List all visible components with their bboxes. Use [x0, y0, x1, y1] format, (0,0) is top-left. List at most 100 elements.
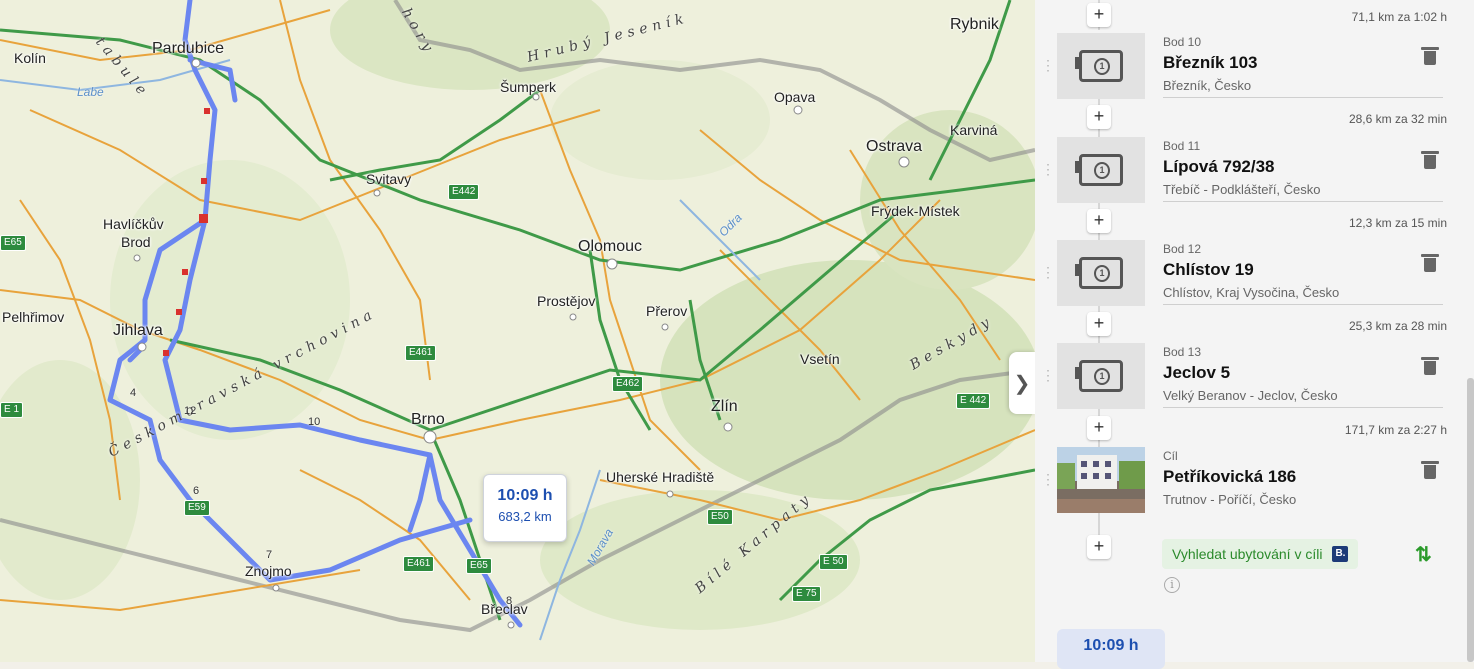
- city-label: Uherské Hradiště: [606, 469, 715, 485]
- city-label: Svitavy: [366, 171, 412, 187]
- route-stop[interactable]: ⋮⋮ 1 Bod 11 Lípová 792/38 Třebíč - Podkl…: [1041, 137, 1447, 203]
- stop-address: Trutnov - Poříčí, Česko: [1163, 492, 1297, 507]
- coin-icon: 1: [1075, 154, 1123, 186]
- trash-icon[interactable]: [1421, 254, 1439, 272]
- stop-name[interactable]: Jeclov 5: [1163, 363, 1230, 383]
- road-shield: E65: [0, 235, 26, 251]
- city-label: Pardubice: [152, 40, 225, 57]
- city-label: Ostrava: [866, 138, 923, 155]
- city-label: Frýdek-Místek: [871, 203, 960, 219]
- coin-icon: 1: [1075, 50, 1123, 82]
- stop-label: Cíl: [1163, 449, 1178, 463]
- road-shield: E461: [403, 556, 435, 572]
- total-time-badge: 10:09 h: [1057, 629, 1165, 669]
- segment-distance: 71,1 km za 1:02 h: [1351, 10, 1447, 24]
- route-time: 10:09 h: [497, 487, 553, 504]
- stop-name[interactable]: Březník 103: [1163, 53, 1258, 73]
- add-waypoint-button[interactable]: +: [1087, 312, 1111, 336]
- road-shield: E 50: [819, 554, 848, 570]
- stop-address: Velký Beranov - Jeclov, Česko: [1163, 388, 1338, 403]
- city-label: Kolín: [14, 50, 46, 66]
- stop-label: Bod 10: [1163, 35, 1202, 49]
- route-stop[interactable]: ⋮⋮ 1 Bod 13 Jeclov 5 Velký Beranov - Jec…: [1041, 343, 1447, 409]
- road-shield: E 442: [956, 393, 991, 409]
- add-waypoint-button[interactable]: +: [1087, 3, 1111, 27]
- stop-thumbnail: 1: [1057, 343, 1145, 409]
- stop-name[interactable]: Chlístov 19: [1163, 260, 1254, 280]
- stop-thumbnail: 1: [1057, 137, 1145, 203]
- coin-icon: 1: [1075, 257, 1123, 289]
- scrollbar[interactable]: [1467, 378, 1474, 662]
- city-label: Břeclav: [481, 601, 528, 617]
- route-stop[interactable]: ⋮⋮ 1 Bod 10 Březník 103 Březník, Česko: [1041, 33, 1447, 99]
- add-waypoint-button[interactable]: +: [1087, 416, 1111, 440]
- city-label: Havlíčkův: [103, 216, 164, 232]
- stop-name[interactable]: Lípová 792/38: [1163, 157, 1275, 177]
- collapse-panel-button[interactable]: ❯: [1009, 352, 1035, 414]
- divider: [1163, 304, 1443, 305]
- find-accommodation-button[interactable]: Vyhledat ubytování v cíli B.: [1162, 539, 1359, 569]
- city-label: Olomouc: [578, 238, 643, 255]
- route-stop-destination[interactable]: ⋮⋮ Cíl Petříkovická 186 Trutnov - Poříčí…: [1041, 447, 1447, 513]
- city-label: Jihlava: [113, 322, 163, 339]
- road-shield: E442: [448, 184, 480, 200]
- stop-label: Bod 12: [1163, 242, 1202, 256]
- waypoint-number: 4: [130, 387, 137, 399]
- city-label: Šumperk: [500, 79, 557, 95]
- road-shield: E50: [707, 509, 733, 525]
- waypoint-number: 7: [266, 549, 273, 561]
- stop-thumbnail: 1: [1057, 240, 1145, 306]
- segment-distance: 28,6 km za 32 min: [1348, 112, 1447, 126]
- stop-address: Březník, Česko: [1163, 78, 1252, 93]
- coin-icon: 1: [1075, 360, 1123, 392]
- trash-icon[interactable]: [1421, 461, 1439, 479]
- road-shield: E 75: [792, 586, 821, 602]
- road-shield: E461: [405, 345, 437, 361]
- road-shield: E462: [612, 376, 644, 392]
- trash-icon[interactable]: [1421, 151, 1439, 169]
- add-waypoint-button[interactable]: +: [1087, 209, 1111, 233]
- river-label: Labe: [77, 85, 104, 99]
- city-label: Znojmo: [245, 563, 292, 579]
- add-waypoint-button[interactable]: +: [1087, 105, 1111, 129]
- city-label: Karviná: [950, 122, 998, 138]
- route-summary-bubble[interactable]: 10:09 h 683,2 km: [483, 474, 567, 542]
- waypoint-number: 12: [184, 405, 197, 417]
- accommodation-label: Vyhledat ubytování v cíli: [1172, 546, 1323, 562]
- trash-icon[interactable]: [1421, 47, 1439, 65]
- city-label: Prostějov: [537, 293, 596, 309]
- road-shield: E59: [184, 500, 210, 516]
- stop-label: Bod 11: [1163, 139, 1201, 153]
- segment-distance: 25,3 km za 28 min: [1348, 319, 1447, 333]
- city-label: Pelhřimov: [2, 309, 65, 325]
- info-icon[interactable]: i: [1164, 577, 1180, 593]
- city-label: Rybnik: [950, 16, 999, 33]
- booking-icon: B.: [1332, 546, 1349, 562]
- divider: [1163, 407, 1443, 408]
- road-shield: E65: [466, 558, 492, 574]
- road-shield: E 1: [0, 402, 24, 418]
- divider: [1163, 97, 1443, 98]
- stop-thumbnail: 1: [1057, 33, 1145, 99]
- stop-address: Třebíč - Podklášteří, Česko: [1163, 182, 1321, 197]
- route-stop[interactable]: ⋮⋮ 1 Bod 12 Chlístov 19 Chlístov, Kraj V…: [1041, 240, 1447, 306]
- swap-order-icon[interactable]: ⇅: [1415, 542, 1432, 567]
- map[interactable]: Kolín Pardubice Rybnik Šumperk Opava Kar…: [0, 0, 1035, 662]
- segment-distance: 171,7 km za 2:27 h: [1344, 423, 1447, 437]
- waypoint-number: 6: [193, 485, 200, 497]
- city-label: Přerov: [646, 303, 688, 319]
- city-label: Vsetín: [800, 351, 840, 367]
- city-label: Zlín: [711, 398, 738, 415]
- city-label: Brod: [121, 234, 151, 250]
- stop-address: Chlístov, Kraj Vysočina, Česko: [1163, 285, 1340, 300]
- stop-name[interactable]: Petříkovická 186: [1163, 467, 1296, 487]
- segment-distance: 12,3 km za 15 min: [1348, 216, 1447, 230]
- waypoint-number: 10: [308, 416, 321, 428]
- divider: [1163, 201, 1443, 202]
- trash-icon[interactable]: [1421, 357, 1439, 375]
- waypoint-number: 8: [506, 595, 513, 607]
- route-distance: 683,2 km: [498, 509, 552, 524]
- stop-label: Bod 13: [1163, 345, 1202, 359]
- add-waypoint-button[interactable]: +: [1087, 535, 1111, 559]
- city-label: Brno: [411, 411, 445, 428]
